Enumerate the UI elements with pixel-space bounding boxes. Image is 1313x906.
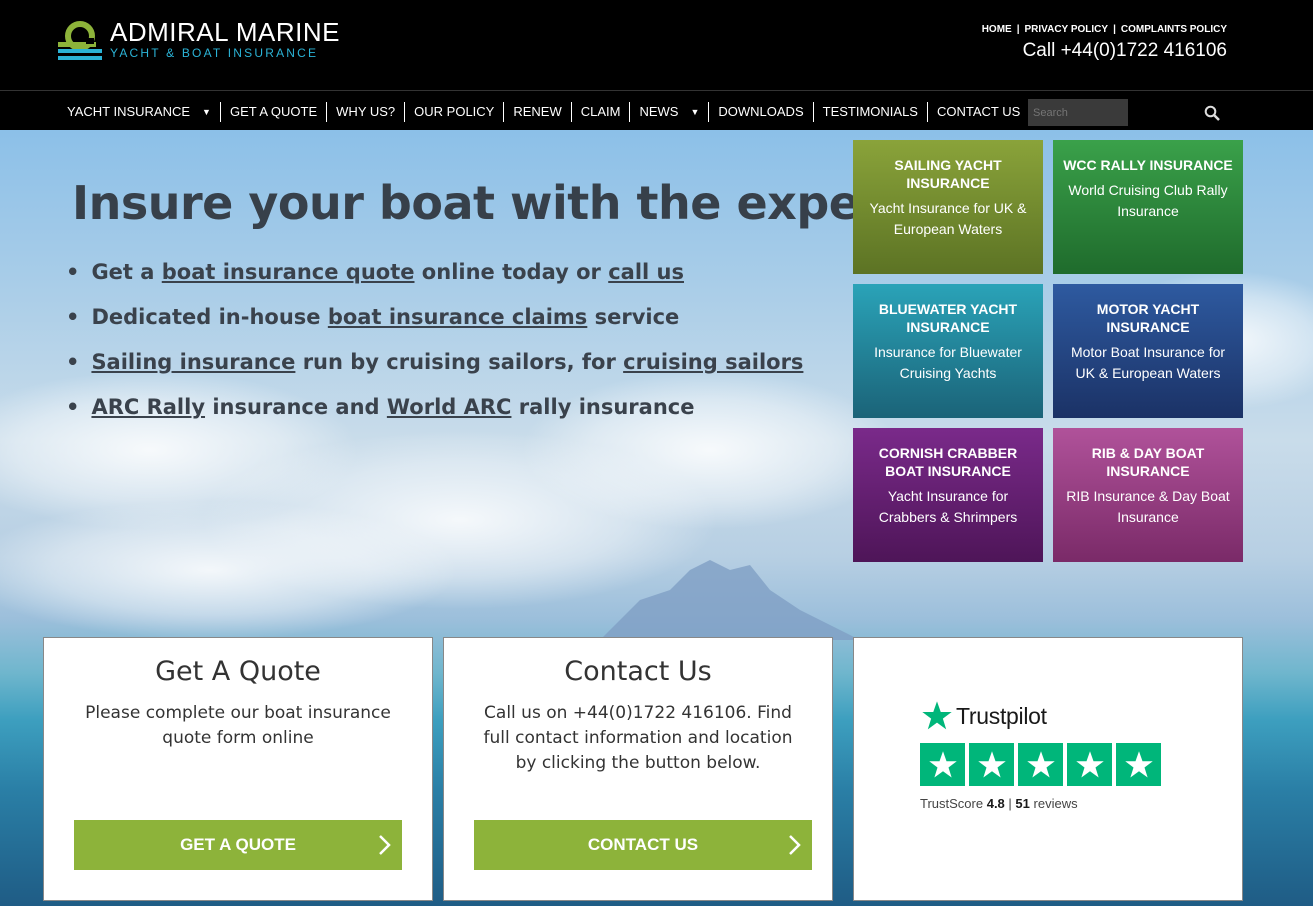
star-icon — [1018, 743, 1063, 786]
nav-contact-us[interactable]: CONTACT US — [928, 102, 1029, 122]
cloud-decoration — [0, 500, 460, 640]
world-arc-link[interactable]: World ARC — [387, 395, 512, 419]
arc-rally-link[interactable]: ARC Rally — [91, 395, 205, 419]
tile-wcc-rally-insurance[interactable]: WCC RALLY INSURANCE World Cruising Club … — [1053, 140, 1243, 274]
trustpilot-star-icon — [922, 701, 952, 730]
tile-motor-yacht-insurance[interactable]: MOTOR YACHT INSURANCE Motor Boat Insuran… — [1053, 284, 1243, 418]
logo[interactable]: ADMIRAL MARINE YACHT & BOAT INSURANCE — [56, 18, 340, 64]
nav-get-a-quote[interactable]: GET A QUOTE — [221, 102, 328, 122]
card-text: Call us on +44(0)1722 416106. Find full … — [483, 703, 793, 773]
hero-bullets: Get a boat insurance quote online today … — [66, 258, 803, 438]
nav-renew[interactable]: RENEW — [504, 102, 572, 122]
nav-downloads[interactable]: DOWNLOADS — [709, 102, 814, 122]
boat-insurance-quote-link[interactable]: boat insurance quote — [162, 260, 415, 284]
trustscore: TrustScore 4.8 | 51 reviews — [920, 796, 1078, 811]
nav-claim[interactable]: CLAIM — [572, 102, 631, 122]
home-link[interactable]: HOME — [982, 24, 1012, 35]
chevron-right-icon — [379, 835, 391, 855]
card-text: Please complete our boat insurance quote… — [85, 703, 391, 748]
search-icon[interactable] — [1204, 105, 1220, 121]
tile-sailing-yacht-insurance[interactable]: SAILING YACHT INSURANCE Yacht Insurance … — [853, 140, 1043, 274]
cruising-sailors-link[interactable]: cruising sailors — [623, 350, 803, 374]
hero-title: Insure your boat with the experts — [72, 176, 931, 230]
brand-name: ADMIRAL MARINE — [110, 17, 340, 47]
card-title: Get A Quote — [155, 656, 321, 687]
nav-why-us[interactable]: WHY US? — [327, 102, 406, 122]
nav-yacht-insurance[interactable]: YACHT INSURANCE ▼ — [58, 102, 221, 122]
nav-testimonials[interactable]: TESTIMONIALS — [814, 102, 928, 122]
call-us-link[interactable]: call us — [608, 260, 684, 284]
star-icon — [969, 743, 1014, 786]
contact-us-card: Contact Us Call us on +44(0)1722 416106.… — [443, 637, 833, 901]
main-nav: YACHT INSURANCE ▼ GET A QUOTE WHY US? OUR… — [0, 90, 1313, 130]
bullet-item: Dedicated in-house boat insurance claims… — [66, 303, 803, 348]
tile-cornish-crabber-insurance[interactable]: CORNISH CRABBER BOAT INSURANCE Yacht Ins… — [853, 428, 1043, 562]
trustpilot-logo: Trustpilot — [920, 700, 1047, 732]
chevron-right-icon — [789, 835, 801, 855]
caret-down-icon: ▼ — [690, 107, 700, 117]
contact-us-button[interactable]: CONTACT US — [474, 820, 812, 870]
sailing-insurance-link[interactable]: Sailing insurance — [91, 350, 295, 374]
get-a-quote-button[interactable]: GET A QUOTE — [74, 820, 402, 870]
star-icon — [1116, 743, 1161, 786]
caret-down-icon: ▼ — [202, 107, 211, 117]
tile-rib-day-boat-insurance[interactable]: RIB & DAY BOAT INSURANCE RIB Insurance &… — [1053, 428, 1243, 562]
anchor-logo-icon — [56, 18, 104, 64]
privacy-policy-link[interactable]: PRIVACY POLICY — [1025, 24, 1109, 35]
brand-tagline: YACHT & BOAT INSURANCE — [110, 46, 319, 60]
search-input[interactable] — [1028, 99, 1128, 126]
mountain-decoration — [600, 560, 860, 640]
complaints-policy-link[interactable]: COMPLAINTS POLICY — [1121, 24, 1227, 35]
card-title: Contact Us — [564, 656, 712, 687]
trustpilot-stars — [920, 743, 1165, 786]
bullet-item: Get a boat insurance quote online today … — [66, 258, 803, 303]
get-a-quote-card: Get A Quote Please complete our boat ins… — [43, 637, 433, 901]
boat-insurance-claims-link[interactable]: boat insurance claims — [328, 305, 587, 329]
bullet-item: Sailing insurance run by cruising sailor… — [66, 348, 803, 393]
bullet-item: ARC Rally insurance and World ARC rally … — [66, 393, 803, 438]
site-header: ADMIRAL MARINE YACHT & BOAT INSURANCE HO… — [0, 0, 1313, 90]
hero-section: Insure your boat with the experts Get a … — [0, 130, 1313, 906]
star-icon — [920, 743, 965, 786]
tile-bluewater-yacht-insurance[interactable]: BLUEWATER YACHT INSURANCE Insurance for … — [853, 284, 1043, 418]
nav-news[interactable]: NEWS ▼ — [630, 102, 710, 122]
phone-number[interactable]: Call +44(0)1722 416106 — [1023, 40, 1227, 62]
utility-links: HOME | PRIVACY POLICY | COMPLAINTS POLIC… — [981, 24, 1227, 35]
star-icon — [1067, 743, 1112, 786]
trustpilot-card[interactable]: Trustpilot TrustScore 4.8 | 51 reviews — [853, 637, 1243, 901]
nav-our-policy[interactable]: OUR POLICY — [405, 102, 505, 122]
